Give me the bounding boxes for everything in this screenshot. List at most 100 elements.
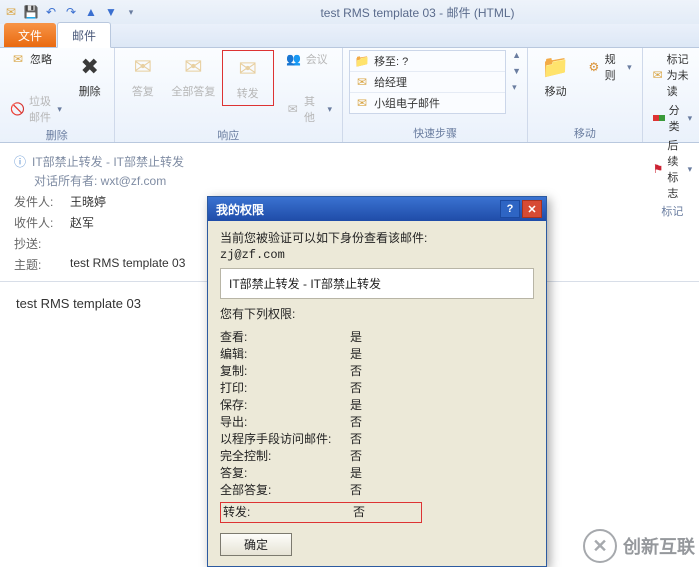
group-move: 📁 移动 ⚙ 规则 ▾ 移动	[528, 48, 643, 142]
tab-file[interactable]: 文件	[4, 23, 56, 47]
categorize-button[interactable]: 分类 ▾	[649, 101, 697, 135]
from-value: 王晓婷	[70, 193, 106, 210]
title-bar: ✉ 💾 ↶ ↷ ▲ ▼ ▾ test RMS template 03 - 邮件 …	[0, 0, 699, 24]
ignore-button[interactable]: ✉ 忽略	[6, 50, 66, 68]
perm-row: 查看:是	[220, 328, 534, 345]
move-label: 移动	[545, 83, 567, 99]
perm-key: 打印:	[220, 379, 350, 396]
perm-row: 答复:是	[220, 464, 534, 481]
cc-label: 抄送:	[14, 235, 64, 252]
reply-icon: ✉	[129, 53, 157, 81]
quickstep-scroll[interactable]: ▲ ▼ ▾	[512, 50, 521, 93]
next-item-icon[interactable]: ▼	[103, 4, 119, 20]
perm-key: 保存:	[220, 396, 350, 413]
perm-key: 转发:	[223, 503, 353, 520]
group-tags-label: 标记	[649, 202, 697, 220]
reply-all-button[interactable]: ✉ 全部答复	[171, 50, 216, 102]
other-label: 其他	[304, 93, 324, 125]
dialog-title: 我的权限	[216, 201, 264, 218]
group-move-label: 移动	[534, 124, 636, 142]
folder-icon: 📁	[354, 53, 370, 69]
quickstep-tomanager[interactable]: ✉ 给经理	[350, 72, 505, 93]
ignore-label: 忽略	[30, 51, 52, 67]
followup-label: 后续标志	[667, 137, 683, 201]
forward-button[interactable]: ✉ 转发	[224, 52, 272, 104]
perm-val: 是	[350, 396, 390, 413]
quickstep-teammail-label: 小组电子邮件	[374, 95, 440, 111]
categorize-dropdown-icon: ▾	[688, 113, 693, 124]
teammail-icon: ✉	[354, 95, 370, 111]
ribbon-tabs: 文件 邮件	[0, 24, 699, 48]
perm-row-forward: 转发:否	[223, 503, 419, 520]
perm-key: 完全控制:	[220, 447, 350, 464]
quickstep-tomanager-label: 给经理	[374, 74, 407, 90]
dialog-help-button[interactable]: ?	[500, 200, 520, 218]
qs-more-icon[interactable]: ▾	[512, 82, 521, 93]
mark-unread-button[interactable]: ✉ 标记为未读	[649, 50, 697, 100]
categorize-label: 分类	[669, 102, 684, 134]
perm-row: 以程序手段访问邮件:否	[220, 430, 534, 447]
meeting-button[interactable]: 👥 会议	[282, 50, 336, 68]
dialog-verify-text: 当前您被验证可以如下身份查看该邮件:	[220, 229, 534, 246]
dialog-title-bar[interactable]: 我的权限 ? ✕	[208, 197, 546, 221]
perm-key: 答复:	[220, 464, 350, 481]
perm-row: 编辑:是	[220, 345, 534, 362]
undo-icon[interactable]: ↶	[43, 4, 59, 20]
watermark: ✕ 创新互联	[583, 529, 695, 563]
ignore-icon: ✉	[10, 51, 26, 67]
junk-button[interactable]: 🚫 垃圾邮件 ▾	[6, 92, 66, 126]
quickstep-teammail[interactable]: ✉ 小组电子邮件	[350, 93, 505, 113]
rules-button[interactable]: ⚙ 规则 ▾	[583, 50, 635, 84]
to-label: 收件人:	[14, 214, 64, 231]
forward-icon: ✉	[234, 55, 262, 83]
from-label: 发件人:	[14, 193, 64, 210]
to-value: 赵军	[70, 214, 94, 231]
perm-row: 复制:否	[220, 362, 534, 379]
perm-key: 编辑:	[220, 345, 350, 362]
perm-val: 否	[350, 430, 390, 447]
meeting-icon: 👥	[286, 51, 302, 67]
watermark-logo-icon: ✕	[583, 529, 617, 563]
perm-forward-highlight: 转发:否	[220, 502, 422, 523]
dialog-close-button[interactable]: ✕	[522, 200, 542, 218]
perm-row: 打印:否	[220, 379, 534, 396]
junk-label: 垃圾邮件	[29, 93, 53, 125]
flag-icon: ⚑	[653, 161, 664, 177]
permissions-table: 查看:是 编辑:是 复制:否 打印:否 保存:是 导出:否 以程序手段访问邮件:…	[220, 328, 534, 523]
perm-val: 否	[350, 481, 390, 498]
redo-icon[interactable]: ↷	[63, 4, 79, 20]
perm-row: 全部答复:否	[220, 481, 534, 498]
save-icon[interactable]: 💾	[23, 4, 39, 20]
reply-label: 答复	[132, 83, 154, 99]
perm-row: 保存:是	[220, 396, 534, 413]
followup-dropdown-icon: ▾	[688, 164, 693, 175]
perm-val: 否	[350, 447, 390, 464]
move-icon: 📁	[542, 53, 570, 81]
perm-val: 否	[353, 503, 393, 520]
followup-button[interactable]: ⚑ 后续标志 ▾	[649, 136, 697, 202]
restriction-text: IT部禁止转发 - IT部禁止转发	[229, 277, 381, 291]
other-button[interactable]: ✉ 其他 ▾	[282, 92, 336, 126]
qat-dropdown-icon[interactable]: ▾	[123, 4, 139, 20]
quickstep-moveto[interactable]: 📁 移至: ?	[350, 51, 505, 72]
prev-item-icon[interactable]: ▲	[83, 4, 99, 20]
tab-mail[interactable]: 邮件	[57, 22, 111, 48]
dialog-ok-button[interactable]: 确定	[220, 533, 292, 556]
mail-body-text: test RMS template 03	[16, 296, 141, 311]
perm-val: 否	[350, 379, 390, 396]
info-icon: ⓘ	[14, 153, 26, 170]
reply-all-label: 全部答复	[171, 83, 215, 99]
qs-up-icon[interactable]: ▲	[512, 50, 521, 60]
delete-button[interactable]: ✖ 删除	[72, 50, 108, 102]
rights-info-line-2: 对话所有者: wxt@zf.com	[14, 172, 685, 191]
qs-down-icon[interactable]: ▼	[512, 66, 521, 76]
rights-info-text-1: IT部禁止转发 - IT部禁止转发	[32, 153, 184, 170]
close-icon: ✕	[527, 203, 536, 216]
dialog-body: 当前您被验证可以如下身份查看该邮件: zj@zf.com IT部禁止转发 - I…	[208, 221, 546, 566]
quickstep-list[interactable]: 📁 移至: ? ✉ 给经理 ✉ 小组电子邮件	[349, 50, 506, 114]
other-icon: ✉	[286, 101, 300, 117]
move-button[interactable]: 📁 移动	[534, 50, 577, 102]
ribbon: ✉ 忽略 🚫 垃圾邮件 ▾ ✖ 删除 删除 ✉ 答复	[0, 48, 699, 143]
rights-info-text-2: 对话所有者: wxt@zf.com	[34, 172, 166, 189]
reply-button[interactable]: ✉ 答复	[121, 50, 166, 102]
